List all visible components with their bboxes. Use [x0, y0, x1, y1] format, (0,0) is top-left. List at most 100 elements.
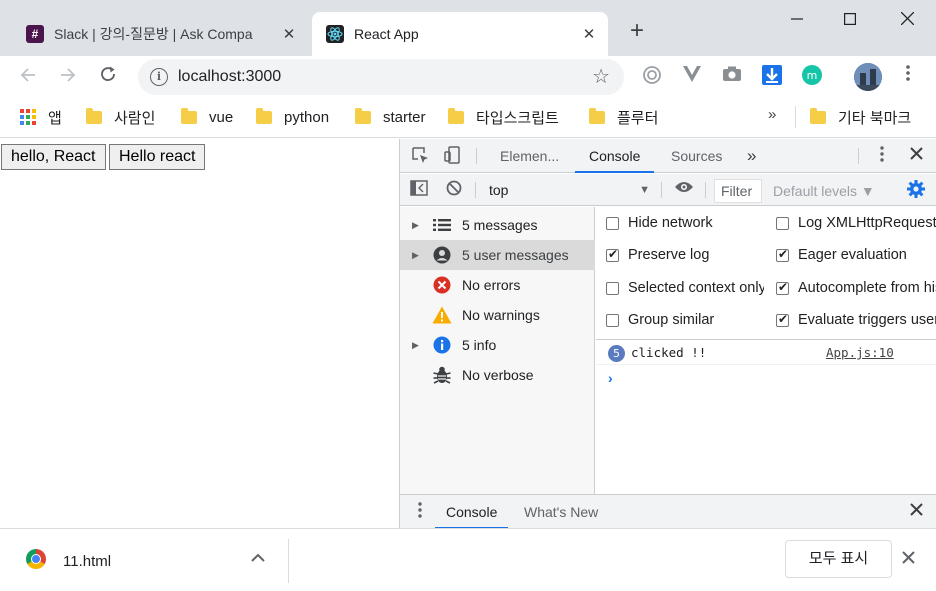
reload-icon[interactable] — [93, 62, 123, 92]
bookmark-folder[interactable]: python — [256, 106, 329, 128]
user-icon — [432, 245, 452, 265]
live-expression-eye-icon[interactable] — [674, 180, 694, 200]
download-filename[interactable]: 11.html — [63, 553, 111, 570]
close-devtools-icon[interactable] — [906, 146, 926, 166]
site-info-icon[interactable]: i — [150, 68, 168, 86]
chevron-up-icon[interactable] — [251, 550, 265, 566]
eager-evaluation-checkbox[interactable] — [776, 247, 789, 262]
drawer-tab-whats-new[interactable]: What's New — [524, 495, 598, 529]
apps-grid-icon — [20, 109, 36, 125]
group-similar-checkbox[interactable] — [606, 313, 619, 327]
evaluate-triggers-checkbox[interactable] — [776, 312, 789, 327]
bookmark-label: 기타 북마크 — [838, 109, 912, 127]
hello-react-button[interactable]: hello, React — [1, 144, 106, 170]
option-label: Eager evaluation — [798, 247, 907, 263]
drawer-tab-console[interactable]: Console — [435, 495, 509, 529]
context-select[interactable]: top ▼ — [482, 178, 654, 202]
vue-devtools-icon[interactable] — [680, 65, 704, 89]
sidebar-item-label: 5 messages — [462, 217, 538, 233]
expand-arrow-icon[interactable]: ▶ — [412, 250, 428, 261]
sidebar-item-verbose[interactable]: ▶ No verbose — [400, 360, 595, 390]
sidebar-item-user-messages[interactable]: ▶ 5 user messages — [400, 240, 595, 270]
close-drawer-icon[interactable] — [906, 502, 926, 522]
address-bar[interactable]: i localhost:3000 ☆ — [138, 59, 624, 95]
selected-context-option[interactable]: Selected context only — [606, 277, 764, 299]
log-xhr-option[interactable]: Log XMLHttpRequests — [776, 212, 936, 234]
sidebar-item-errors[interactable]: ▶ No errors — [400, 270, 595, 300]
bookmark-folder[interactable]: 플루터 — [589, 106, 658, 128]
preserve-log-checkbox[interactable] — [606, 247, 619, 262]
sidebar-item-warnings[interactable]: ▶ No warnings — [400, 300, 595, 330]
devtools-menu-kebab-icon[interactable] — [872, 146, 892, 166]
toolbar-divider — [476, 148, 477, 164]
close-shelf-icon[interactable] — [902, 548, 915, 569]
preserve-log-option[interactable]: Preserve log — [606, 244, 709, 266]
hide-network-checkbox[interactable] — [606, 216, 619, 230]
settings-column-right: Log XMLHttpRequests Eager evaluation Aut… — [766, 207, 936, 340]
expand-arrow-icon[interactable]: ▶ — [412, 340, 428, 351]
autocomplete-history-checkbox[interactable] — [776, 280, 789, 295]
evaluate-triggers-option[interactable]: Evaluate triggers user activation — [776, 309, 936, 331]
url-text: localhost:3000 — [178, 68, 282, 85]
meet-extension-icon[interactable]: m — [800, 65, 824, 89]
console-message-text: clicked !! — [631, 345, 707, 360]
bookmark-folder[interactable]: 타입스크립트 — [448, 106, 559, 128]
tab-elements[interactable]: Elemen... — [500, 139, 559, 173]
bookmark-star-icon[interactable]: ☆ — [592, 64, 610, 89]
devtools-panel: Elemen... Console Sources » top ▼ Filter… — [399, 139, 936, 529]
bookmark-folder[interactable]: 사람인 — [86, 106, 155, 128]
hello-react-lower-button[interactable]: Hello react — [109, 144, 206, 170]
toolbar-divider — [661, 182, 662, 198]
device-toggle-icon[interactable] — [442, 146, 462, 166]
forward-icon[interactable] — [53, 62, 83, 92]
devtools-tabbar: Elemen... Console Sources » — [400, 139, 936, 173]
bookmark-apps[interactable]: 앱 — [20, 106, 62, 128]
source-link[interactable]: App.js:10 — [826, 345, 894, 360]
tab-sources[interactable]: Sources — [671, 139, 722, 173]
new-tab-button[interactable]: + — [624, 18, 650, 44]
console-prompt[interactable]: › — [608, 370, 613, 386]
profile-avatar[interactable] — [854, 63, 882, 91]
console-settings-gear-icon[interactable] — [906, 180, 926, 200]
maximize-icon[interactable] — [828, 6, 872, 32]
sidebar-toggle-icon[interactable] — [409, 180, 429, 200]
close-window-icon[interactable] — [885, 6, 929, 32]
folder-icon — [589, 107, 605, 124]
log-levels-dropdown[interactable]: Default levels ▼ — [773, 179, 875, 203]
sidebar-item-info[interactable]: ▶ 5 info — [400, 330, 595, 360]
clear-console-icon[interactable] — [444, 180, 464, 200]
show-all-downloads-button[interactable]: 모두 표시 — [785, 540, 892, 578]
more-tabs-button[interactable]: » — [747, 139, 756, 173]
tab-react-app[interactable]: React App ✕ — [312, 12, 608, 56]
folder-icon — [181, 107, 197, 124]
close-tab-icon[interactable]: ✕ — [580, 25, 598, 43]
download-extension-icon[interactable] — [760, 65, 784, 89]
menu-kebab-icon[interactable] — [896, 65, 920, 89]
bookmark-folder[interactable]: vue — [181, 106, 233, 128]
autocomplete-history-option[interactable]: Autocomplete from history — [776, 277, 936, 299]
log-xhr-checkbox[interactable] — [776, 216, 789, 230]
tab-console[interactable]: Console — [575, 139, 655, 173]
sidebar-item-messages[interactable]: ▶ 5 messages — [400, 210, 595, 240]
expand-arrow-icon[interactable]: ▶ — [412, 220, 428, 231]
context-value: top — [489, 182, 509, 198]
console-toolbar: top ▼ Filter Default levels ▼ — [400, 174, 936, 206]
camera-icon[interactable] — [720, 65, 744, 89]
eager-evaluation-option[interactable]: Eager evaluation — [776, 244, 907, 266]
other-bookmarks[interactable]: 기타 북마크 — [810, 106, 911, 128]
hide-network-option[interactable]: Hide network — [606, 212, 713, 234]
inspect-element-icon[interactable] — [410, 146, 430, 166]
bug-icon — [432, 365, 452, 385]
chrome-file-icon — [26, 549, 46, 569]
back-icon[interactable] — [13, 62, 43, 92]
drawer-menu-kebab-icon[interactable] — [410, 502, 430, 522]
console-filter-input[interactable]: Filter — [714, 179, 762, 203]
close-tab-icon[interactable]: ✕ — [280, 25, 298, 43]
bookmarks-overflow-button[interactable]: » — [768, 106, 776, 123]
group-similar-option[interactable]: Group similar — [606, 309, 714, 331]
tab-slack[interactable]: # Slack | 강의-질문방 | Ask Compa ✕ — [12, 12, 308, 56]
bookmark-folder[interactable]: starter — [355, 106, 426, 128]
selected-context-checkbox[interactable] — [606, 281, 619, 295]
extension-circle-icon[interactable] — [640, 65, 664, 89]
minimize-icon[interactable] — [775, 6, 819, 32]
